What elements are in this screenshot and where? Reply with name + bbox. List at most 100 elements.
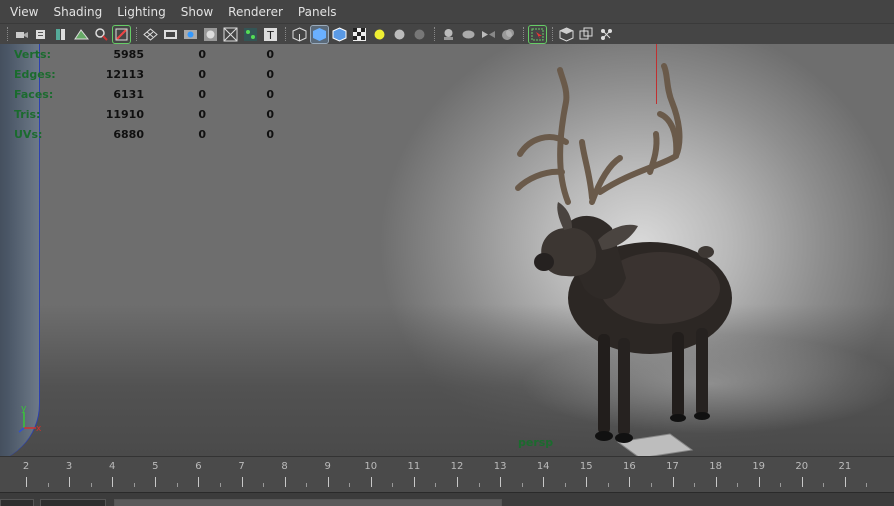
frame-tick bbox=[715, 477, 717, 487]
reindeer-body bbox=[534, 202, 732, 443]
hud-value: 0 bbox=[266, 87, 274, 101]
backface-culling-icon[interactable] bbox=[558, 26, 575, 43]
frame-tick bbox=[26, 477, 27, 487]
textured-icon[interactable] bbox=[351, 26, 368, 43]
resolution-gate-icon[interactable] bbox=[182, 26, 199, 43]
menu-show[interactable]: Show bbox=[175, 0, 219, 24]
hud-row-tris: Tris: 11910 0 0 bbox=[14, 104, 274, 124]
frame-subtick bbox=[47, 483, 49, 487]
two-sided-lighting-icon[interactable] bbox=[578, 26, 595, 43]
depth-of-field-icon[interactable] bbox=[480, 26, 497, 43]
frame-label: 7 bbox=[238, 461, 245, 472]
xray-icon[interactable] bbox=[500, 26, 517, 43]
frame-subtick bbox=[133, 483, 135, 487]
grid-icon[interactable] bbox=[142, 26, 159, 43]
range-slider-handle[interactable] bbox=[114, 499, 502, 506]
axis-gizmo: y x bbox=[18, 404, 42, 434]
frame-subtick bbox=[219, 483, 221, 487]
toolbar-separator bbox=[136, 27, 139, 41]
multisample-aa-icon[interactable] bbox=[460, 26, 477, 43]
motion-blur-icon[interactable] bbox=[440, 26, 457, 43]
toolbar-separator bbox=[552, 27, 555, 41]
menu-panels[interactable]: Panels bbox=[292, 0, 343, 24]
frame-subtick bbox=[780, 483, 782, 487]
two-d-pan-zoom-icon[interactable] bbox=[93, 26, 110, 43]
frame-subtick bbox=[737, 483, 739, 487]
frame-tick bbox=[672, 477, 674, 487]
frame-tick bbox=[844, 477, 846, 487]
safe-action-icon[interactable] bbox=[242, 26, 259, 43]
toolbar-separator bbox=[523, 27, 526, 41]
frame-label: 15 bbox=[579, 461, 593, 472]
frame-subtick bbox=[306, 483, 308, 487]
screen-space-ao-icon[interactable] bbox=[411, 26, 428, 43]
frame-label: 14 bbox=[536, 461, 550, 472]
hud-value: 0 bbox=[198, 107, 206, 121]
hud-label: UVs: bbox=[14, 127, 43, 141]
toggle-hud-icon[interactable] bbox=[598, 26, 615, 43]
field-chart-icon[interactable] bbox=[222, 26, 239, 43]
frame-subtick bbox=[564, 483, 566, 487]
frame-tick bbox=[284, 477, 286, 487]
frame-label: 10 bbox=[364, 461, 378, 472]
camera-attributes-icon[interactable] bbox=[33, 26, 50, 43]
start-time-field[interactable] bbox=[0, 499, 34, 506]
wireframe-on-shaded-icon[interactable] bbox=[331, 26, 348, 43]
hud-label: Edges: bbox=[14, 67, 56, 81]
axis-y-label: y bbox=[21, 404, 27, 414]
gate-mask-icon[interactable] bbox=[202, 26, 219, 43]
panel-toolbar: T bbox=[0, 24, 894, 44]
menu-view[interactable]: View bbox=[4, 0, 44, 24]
toolbar-separator bbox=[285, 27, 288, 41]
frame-subtick bbox=[392, 483, 394, 487]
hud-label: Tris: bbox=[14, 107, 41, 121]
hud-label: Faces: bbox=[14, 87, 54, 101]
hud-label: Verts: bbox=[14, 47, 52, 61]
hud-value: 0 bbox=[266, 107, 274, 121]
frame-tick bbox=[543, 477, 545, 487]
hud-value: 0 bbox=[198, 127, 206, 141]
frame-subtick bbox=[176, 483, 178, 487]
shadows-icon[interactable] bbox=[391, 26, 408, 43]
grease-pencil-icon[interactable] bbox=[112, 24, 131, 44]
use-all-lights-icon[interactable] bbox=[371, 26, 388, 43]
frame-label: 11 bbox=[407, 461, 421, 472]
hud-value: 5985 bbox=[113, 47, 144, 61]
isolate-select-icon[interactable] bbox=[528, 24, 547, 44]
hud-row-faces: Faces: 6131 0 0 bbox=[14, 84, 274, 104]
frame-label: 12 bbox=[450, 461, 464, 472]
frame-label: 4 bbox=[109, 461, 116, 472]
frame-tick bbox=[500, 477, 502, 487]
hud-value: 0 bbox=[198, 47, 206, 61]
reindeer-model[interactable] bbox=[500, 62, 750, 456]
frame-subtick bbox=[90, 483, 92, 487]
menu-shading[interactable]: Shading bbox=[47, 0, 108, 24]
image-plane-icon[interactable] bbox=[73, 26, 90, 43]
frame-subtick bbox=[435, 483, 437, 487]
hud-value: 12113 bbox=[105, 67, 144, 81]
menu-renderer[interactable]: Renderer bbox=[222, 0, 289, 24]
playback-start-field[interactable] bbox=[40, 499, 106, 506]
time-slider[interactable]: 2 3 4 5 6 7 8 9 10 11 12 13 14 15 16 17 18 19 20 21 bbox=[0, 456, 894, 492]
select-camera-icon[interactable] bbox=[13, 26, 30, 43]
hud-value: 0 bbox=[266, 47, 274, 61]
frame-label: 5 bbox=[152, 461, 159, 472]
hud-value: 6880 bbox=[113, 127, 144, 141]
bookmarks-icon[interactable] bbox=[53, 26, 70, 43]
safe-title-icon[interactable]: T bbox=[262, 26, 279, 43]
frame-label: 20 bbox=[795, 461, 809, 472]
frame-label: 21 bbox=[838, 461, 852, 472]
smooth-shade-icon[interactable] bbox=[310, 24, 329, 44]
frame-tick bbox=[155, 477, 157, 487]
frame-subtick bbox=[866, 483, 868, 487]
menu-lighting[interactable]: Lighting bbox=[111, 0, 172, 24]
axis-x-label: x bbox=[36, 424, 42, 434]
frame-tick bbox=[69, 477, 71, 487]
perspective-viewport[interactable]: Verts: 5985 0 0 Edges: 12113 0 0 Faces: … bbox=[0, 44, 894, 456]
frame-tick bbox=[586, 477, 588, 487]
toolbar-separator bbox=[7, 27, 10, 41]
film-gate-icon[interactable] bbox=[162, 26, 179, 43]
hud-row-verts: Verts: 5985 0 0 bbox=[14, 44, 274, 64]
frame-tick bbox=[327, 477, 329, 487]
wireframe-icon[interactable] bbox=[291, 26, 308, 43]
